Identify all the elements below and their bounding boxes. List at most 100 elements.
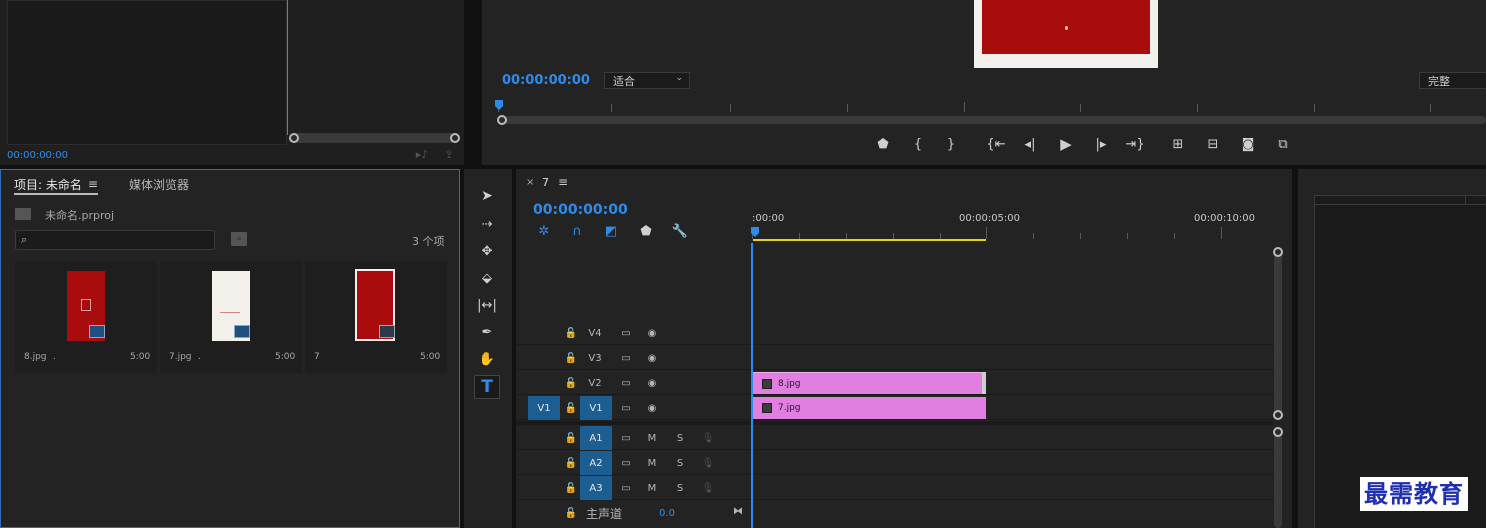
- lock-icon[interactable]: 🔓: [564, 350, 578, 366]
- lift-icon[interactable]: ⊞: [1168, 136, 1188, 152]
- timeline-ruler[interactable]: :00:00 00:00:05:00 00:00:10:00: [752, 209, 1273, 243]
- play-icon[interactable]: ▶: [1057, 135, 1075, 153]
- project-item-7-sequence[interactable]: 7 5:00: [305, 261, 447, 373]
- clip-8jpg[interactable]: 8.jpg: [753, 372, 982, 394]
- wrench-icon[interactable]: 🔧: [672, 223, 688, 239]
- program-ruler[interactable]: [498, 98, 1486, 114]
- track-label-a1[interactable]: A1: [580, 426, 612, 450]
- microphone-icon[interactable]: 🎙: [700, 430, 716, 446]
- program-timecode[interactable]: 00:00:00:00: [502, 73, 590, 88]
- camera-icon[interactable]: ◙: [1239, 136, 1257, 152]
- audio-tracks-scrollbar[interactable]: [1274, 429, 1282, 528]
- microphone-icon[interactable]: 🎙: [700, 455, 716, 471]
- source-timecode[interactable]: 00:00:00:00: [7, 150, 68, 161]
- timeline-timecode[interactable]: 00:00:00:00: [533, 202, 628, 218]
- eye-icon[interactable]: ◉: [644, 400, 660, 416]
- solo-button[interactable]: S: [672, 455, 688, 471]
- fit-dropdown[interactable]: 适合 ⌄: [604, 72, 690, 89]
- toggle-sync-lock-icon[interactable]: ▭: [618, 325, 634, 341]
- eye-icon[interactable]: ◉: [644, 325, 660, 341]
- insert-icon[interactable]: ▸♪: [412, 147, 432, 161]
- ripple-edit-tool-icon[interactable]: ✥: [478, 242, 496, 260]
- video-tracks-scrollbar[interactable]: [1274, 249, 1282, 417]
- solo-button[interactable]: S: [672, 480, 688, 496]
- source-zoom-handle-right[interactable]: [450, 133, 460, 143]
- eye-icon[interactable]: ◉: [644, 375, 660, 391]
- slip-tool-icon[interactable]: |↔|: [476, 296, 498, 314]
- project-item-7jpg[interactable]: 7.jpg . 5:00: [160, 261, 302, 373]
- mute-button[interactable]: M: [644, 430, 660, 446]
- pen-tool-icon[interactable]: ✒: [478, 323, 496, 341]
- program-zoom-bar[interactable]: [504, 116, 1486, 124]
- solo-button[interactable]: S: [672, 430, 688, 446]
- add-marker-icon[interactable]: ⬟: [875, 136, 891, 152]
- track-label-v1[interactable]: V1: [580, 396, 612, 420]
- step-back-icon[interactable]: ◂|: [1022, 136, 1038, 152]
- search-input[interactable]: ⌕: [15, 230, 215, 250]
- type-tool-icon[interactable]: T: [474, 375, 500, 399]
- toggle-sync-lock-icon[interactable]: ▭: [618, 430, 634, 446]
- master-volume-value[interactable]: 0.0: [656, 505, 678, 521]
- audio-scroll-handle-top[interactable]: [1273, 427, 1283, 437]
- item-name: 7.jpg: [169, 352, 192, 362]
- source-patch-v1[interactable]: V1: [528, 396, 560, 420]
- track-label-v3[interactable]: V3: [584, 346, 606, 370]
- linked-selection-icon[interactable]: ◩: [603, 223, 619, 239]
- track-a3: 🔓 A3 ▭ M S 🎙: [516, 476, 1273, 500]
- toggle-sync-lock-icon[interactable]: ▭: [618, 455, 634, 471]
- go-to-end-icon[interactable]: ⧓: [730, 503, 746, 519]
- go-to-in-icon[interactable]: {⇤: [986, 136, 1005, 152]
- extract-icon[interactable]: ⊟: [1203, 136, 1223, 152]
- quality-dropdown[interactable]: 完整: [1419, 72, 1486, 89]
- close-icon[interactable]: ×: [526, 177, 534, 188]
- toggle-sync-lock-icon[interactable]: ▭: [618, 480, 634, 496]
- toggle-sync-lock-icon[interactable]: ▭: [618, 400, 634, 416]
- clip-7jpg[interactable]: 7.jpg: [753, 397, 986, 419]
- lock-icon[interactable]: 🔓: [564, 400, 578, 416]
- program-zoom-handle-left[interactable]: [497, 115, 507, 125]
- hamburger-menu-icon[interactable]: ≡: [558, 175, 568, 189]
- track-label-v2[interactable]: V2: [584, 371, 606, 395]
- track-select-tool-icon[interactable]: ⇢: [478, 215, 496, 233]
- work-area-bar[interactable]: [753, 239, 986, 241]
- lock-icon[interactable]: 🔓: [564, 325, 578, 341]
- project-item-8jpg[interactable]: 8.jpg . 5:00: [15, 261, 157, 373]
- lock-icon[interactable]: 🔓: [564, 480, 578, 496]
- toggle-sync-lock-icon[interactable]: ▭: [618, 350, 634, 366]
- compare-view-icon[interactable]: ⧉: [1273, 136, 1293, 152]
- lock-icon[interactable]: 🔓: [564, 430, 578, 446]
- lock-icon[interactable]: 🔓: [564, 455, 578, 471]
- lock-icon[interactable]: 🔓: [564, 375, 578, 391]
- track-label-a3[interactable]: A3: [580, 476, 612, 500]
- track-label-a2[interactable]: A2: [580, 451, 612, 475]
- source-zoom-handle-left[interactable]: [289, 133, 299, 143]
- video-scroll-handle-top[interactable]: [1273, 247, 1283, 257]
- source-monitor-viewer[interactable]: [7, 0, 287, 145]
- mark-in-icon[interactable]: {: [910, 136, 926, 152]
- hand-tool-icon[interactable]: ✋: [478, 350, 496, 368]
- toggle-sync-lock-icon[interactable]: ▭: [618, 375, 634, 391]
- lock-icon[interactable]: 🔓: [564, 505, 578, 521]
- tab-media-browser[interactable]: 媒体浏览器: [129, 176, 189, 193]
- tab-project[interactable]: 项目: 未命名 ≡: [14, 175, 98, 195]
- mute-button[interactable]: M: [644, 480, 660, 496]
- sequence-tab-label[interactable]: 7: [542, 176, 549, 189]
- video-audio-divider[interactable]: [516, 421, 1273, 425]
- microphone-icon[interactable]: 🎙: [700, 480, 716, 496]
- nest-toggle-icon[interactable]: ✲: [536, 223, 552, 239]
- find-icon[interactable]: ⌕: [231, 232, 247, 246]
- step-forward-icon[interactable]: |▸: [1093, 136, 1109, 152]
- hamburger-menu-icon[interactable]: ≡: [88, 177, 98, 191]
- add-marker-icon[interactable]: ⬟: [638, 223, 654, 239]
- selection-tool-icon[interactable]: ➤: [478, 187, 496, 205]
- mark-out-icon[interactable]: }: [943, 136, 959, 152]
- mute-button[interactable]: M: [644, 455, 660, 471]
- export-frame-icon[interactable]: ⇪: [440, 147, 458, 161]
- source-zoom-bar[interactable]: [292, 133, 456, 143]
- go-to-out-icon[interactable]: ⇥}: [1125, 136, 1144, 152]
- razor-tool-icon[interactable]: ⬙: [478, 269, 496, 287]
- track-label-v4[interactable]: V4: [584, 321, 606, 345]
- video-scroll-handle-bottom[interactable]: [1273, 410, 1283, 420]
- eye-icon[interactable]: ◉: [644, 350, 660, 366]
- snap-magnet-icon[interactable]: ∩: [569, 223, 585, 239]
